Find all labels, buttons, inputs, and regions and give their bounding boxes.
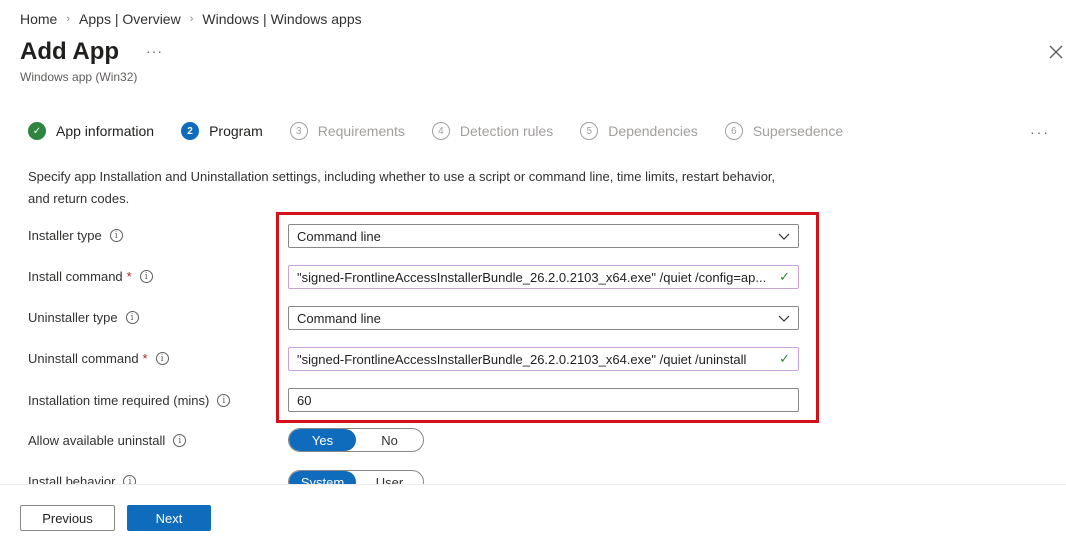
info-icon[interactable]: i bbox=[217, 394, 231, 407]
step-number: 6 bbox=[724, 122, 743, 140]
label-text: Uninstaller type bbox=[28, 310, 118, 325]
breadcrumb: Home › Apps | Overview › Windows | Windo… bbox=[20, 11, 362, 27]
page-title: Add App bbox=[20, 38, 120, 65]
footer-bar: Previous Next bbox=[0, 484, 1066, 538]
more-options-icon[interactable]: ··· bbox=[146, 43, 163, 59]
step-detection-rules[interactable]: 4 Detection rules bbox=[431, 122, 554, 140]
installation-time-label: Installation time required (mins) i bbox=[28, 393, 231, 408]
previous-button[interactable]: Previous bbox=[20, 505, 115, 531]
allow-uninstall-toggle[interactable]: Yes No bbox=[288, 428, 424, 452]
close-icon[interactable] bbox=[1048, 44, 1064, 60]
step-number: 3 bbox=[289, 122, 308, 140]
install-command-label: Install command * i bbox=[28, 269, 153, 284]
chevron-right-icon: › bbox=[189, 13, 194, 25]
checkmark-icon: ✓ bbox=[28, 122, 46, 140]
step-label: Program bbox=[209, 123, 263, 139]
uninstaller-type-label: Uninstaller type i bbox=[28, 310, 139, 325]
uninstall-command-label: Uninstall command * i bbox=[28, 351, 169, 366]
step-number: 5 bbox=[580, 122, 599, 140]
breadcrumb-home[interactable]: Home bbox=[20, 11, 57, 27]
step-requirements[interactable]: 3 Requirements bbox=[289, 122, 405, 140]
step-dependencies[interactable]: 5 Dependencies bbox=[580, 122, 698, 140]
label-text: Install command bbox=[28, 269, 123, 284]
info-icon[interactable]: i bbox=[125, 311, 139, 324]
required-marker: * bbox=[142, 351, 148, 366]
installer-type-label: Installer type i bbox=[28, 228, 123, 243]
step-supersedence[interactable]: 6 Supersedence bbox=[724, 122, 844, 140]
wizard-steps: ✓ App information 2 Program 3 Requiremen… bbox=[28, 122, 870, 140]
chevron-right-icon: › bbox=[66, 13, 71, 25]
page-subtitle: Windows app (Win32) bbox=[20, 70, 138, 84]
label-text: Allow available uninstall bbox=[28, 433, 166, 448]
label-text: Uninstall command bbox=[28, 351, 139, 366]
section-description: Specify app Installation and Uninstallat… bbox=[28, 169, 776, 206]
step-label: App information bbox=[56, 123, 155, 139]
breadcrumb-windows-apps[interactable]: Windows | Windows apps bbox=[202, 11, 361, 27]
step-number: 2 bbox=[181, 122, 200, 140]
label-text: Installer type bbox=[28, 228, 102, 243]
required-marker: * bbox=[126, 269, 132, 284]
info-icon[interactable]: i bbox=[139, 270, 153, 283]
step-label: Dependencies bbox=[608, 123, 698, 139]
step-label: Requirements bbox=[317, 123, 405, 139]
toggle-option-yes[interactable]: Yes bbox=[289, 429, 356, 451]
step-app-information[interactable]: ✓ App information bbox=[28, 122, 154, 140]
step-label: Detection rules bbox=[459, 123, 554, 139]
step-program[interactable]: 2 Program bbox=[181, 122, 263, 140]
info-icon[interactable]: i bbox=[155, 352, 169, 365]
allow-uninstall-label: Allow available uninstall i bbox=[28, 433, 187, 448]
breadcrumb-apps-overview[interactable]: Apps | Overview bbox=[79, 11, 181, 27]
info-icon[interactable]: i bbox=[109, 229, 123, 242]
label-text: Installation time required (mins) bbox=[28, 393, 210, 408]
step-number: 4 bbox=[431, 122, 450, 140]
next-button[interactable]: Next bbox=[127, 505, 211, 531]
steps-more-icon[interactable]: ··· bbox=[1030, 124, 1050, 140]
highlight-box bbox=[276, 212, 819, 423]
info-icon[interactable]: i bbox=[173, 434, 187, 447]
step-label: Supersedence bbox=[752, 123, 844, 139]
toggle-option-no[interactable]: No bbox=[356, 429, 423, 451]
